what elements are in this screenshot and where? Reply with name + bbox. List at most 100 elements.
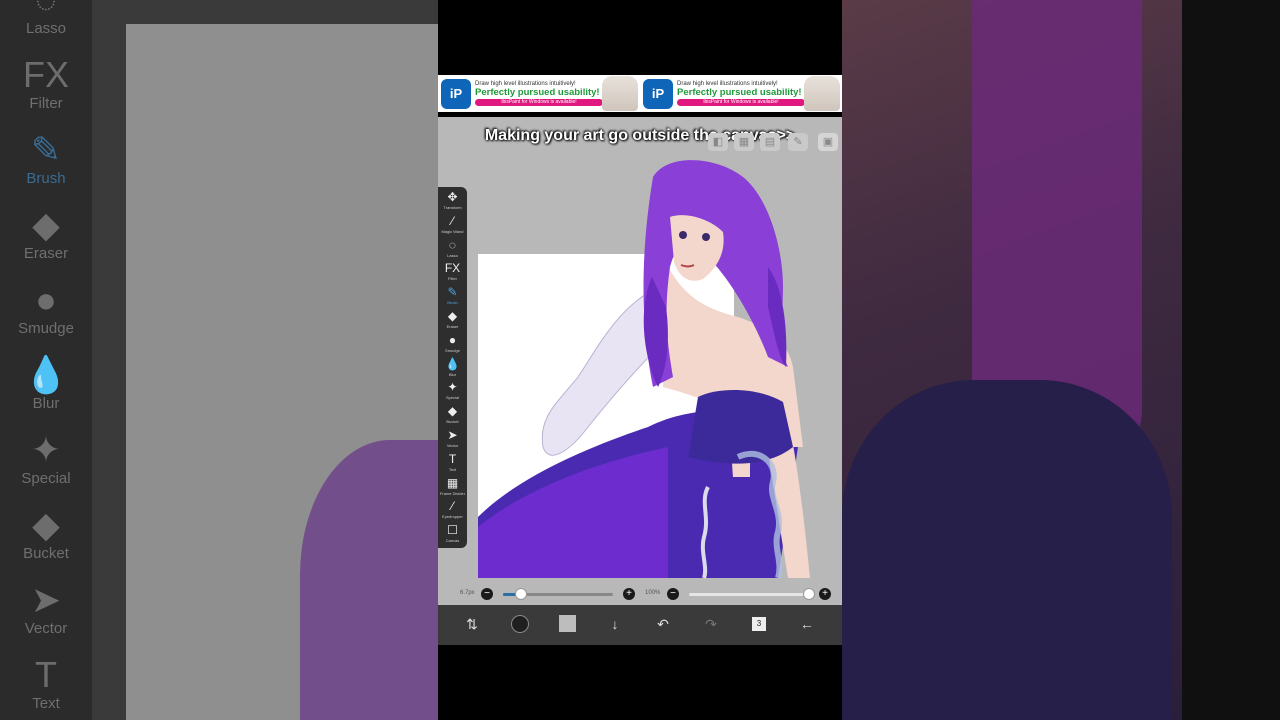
- backdrop-tool-blur: 💧 Blur: [0, 355, 92, 413]
- swap-tools-icon[interactable]: ⇅: [460, 612, 484, 636]
- tool-label: Transform: [443, 205, 462, 210]
- backdrop-tool-smudge: ● Smudge: [0, 280, 92, 338]
- backdrop-tool-vector: ➤ Vector: [0, 580, 92, 638]
- tool-frame-divider[interactable]: ▦ Frame Divider: [438, 476, 467, 500]
- opacity-knob[interactable]: [803, 588, 815, 600]
- tool-label: Vector: [446, 442, 459, 448]
- tool-filter[interactable]: FX Filter: [438, 261, 467, 285]
- artwork: [478, 160, 810, 579]
- back-arrow-icon[interactable]: ←: [795, 612, 819, 636]
- bucket-icon: ◆: [447, 404, 458, 419]
- bottom-toolbar: ⇅ ↓ ↶ ↷ 3 ←: [438, 605, 842, 645]
- tool-magic-wand[interactable]: ⁄ Magic Wand: [438, 214, 467, 238]
- layers-button[interactable]: 3: [747, 612, 771, 636]
- ad-character-image: [804, 76, 840, 111]
- ad-line-3: ibisPaint for Windows is available!: [475, 99, 603, 106]
- brush-preview-icon: [511, 615, 529, 633]
- opacity-label: 100%: [645, 590, 661, 596]
- tool-transform[interactable]: ✥ Transform: [438, 190, 467, 214]
- blur-icon: 💧: [445, 356, 460, 371]
- bucket-icon: ◆: [32, 504, 60, 545]
- special-icon: ✦: [30, 429, 62, 470]
- tool-smudge[interactable]: ● Smudge: [438, 333, 467, 357]
- arrow-down-icon[interactable]: ↓: [603, 612, 627, 636]
- edit-icon[interactable]: ✎: [788, 133, 808, 151]
- backdrop-tool-label: Smudge: [18, 320, 74, 337]
- tool-special[interactable]: ✦ Special: [438, 380, 467, 404]
- lasso-icon: ◌: [448, 237, 457, 252]
- tool-canvas[interactable]: ☐ Canvas: [438, 523, 467, 547]
- tool-panel: ✥ Transform ⁄ Magic Wand ◌ Lasso FX Filter ✎ Brus…: [438, 187, 467, 548]
- backdrop-left: ◌LassoFXFilter✎Brush◆Eraser●Smudge💧Blur✦…: [0, 0, 438, 720]
- tool-brush[interactable]: ✎ Brush: [438, 285, 467, 309]
- tool-label: Eyedropper: [442, 514, 463, 520]
- backdrop-tool-text: T Text: [0, 655, 92, 713]
- eyedropper-icon: ⁄: [451, 499, 454, 514]
- backdrop-tool-label: Brush: [26, 170, 66, 187]
- tool-label: Eraser: [446, 323, 459, 329]
- tool-label: Text: [448, 466, 457, 472]
- eraser-icon: ◆: [32, 204, 60, 245]
- ibispaint-logo-icon: iP: [441, 78, 471, 109]
- brush-icon: ✎: [30, 129, 62, 170]
- ad-unit[interactable]: iP Draw high level illustrations intuiti…: [438, 75, 640, 112]
- blur-icon: 💧: [23, 354, 69, 395]
- opacity-track[interactable]: [689, 593, 809, 596]
- transform-icon: ✥: [447, 190, 458, 204]
- current-color-swatch: [558, 615, 576, 632]
- ad-unit[interactable]: iP Draw high level illustrations intuiti…: [640, 75, 842, 112]
- tool-label: Blur: [448, 371, 457, 377]
- lasso-icon: ◌: [0, 0, 92, 20]
- tool-label: Canvas: [445, 538, 460, 544]
- brush-size-label: 6.7px: [460, 590, 475, 596]
- backdrop-tool-label: Special: [21, 470, 71, 487]
- tool-text[interactable]: T Text: [438, 452, 467, 476]
- tool-vector[interactable]: ➤ Vector: [438, 428, 467, 452]
- tool-label: Smudge: [445, 347, 460, 353]
- smudge-icon: ●: [35, 279, 57, 320]
- tool-eraser[interactable]: ◆ Eraser: [438, 309, 467, 333]
- ibispaint-logo-icon: iP: [643, 78, 673, 109]
- backdrop-right: [842, 0, 1280, 720]
- backdrop-tool-label: Vector: [24, 620, 68, 637]
- redo-icon[interactable]: ↷: [699, 612, 723, 636]
- color-button[interactable]: [555, 612, 579, 636]
- grid-icon[interactable]: ▦: [734, 133, 754, 151]
- brush-size-minus-button[interactable]: −: [481, 588, 493, 600]
- canvas-icon: ☐: [447, 523, 458, 538]
- backdrop-tool-label: Text: [32, 695, 60, 712]
- smudge-icon: ●: [448, 332, 457, 347]
- reference-image-icon[interactable]: ▣: [818, 133, 838, 151]
- slider-row: 6.7px − + 100% − +: [438, 585, 842, 605]
- tool-label: Special: [445, 395, 460, 401]
- vector-icon: ➤: [447, 427, 458, 442]
- tool-eyedropper[interactable]: ⁄ Eyedropper: [438, 499, 467, 523]
- ad-line-2: Perfectly pursued usability!: [475, 87, 600, 98]
- backdrop-tool-label: Lasso: [25, 20, 67, 37]
- opacity-plus-button[interactable]: +: [819, 588, 831, 600]
- fx-icon: FX: [444, 261, 461, 276]
- drawing-workspace[interactable]: Making your art go outside the canvas>> …: [438, 117, 842, 605]
- text-icon: T: [35, 654, 57, 695]
- backdrop-tool-label: Bucket: [23, 545, 69, 562]
- brush-size-plus-button[interactable]: +: [623, 588, 635, 600]
- brush-preset-button[interactable]: [508, 612, 532, 636]
- layer-icon[interactable]: ◧: [708, 133, 728, 151]
- ad-banner[interactable]: iP Draw high level illustrations intuiti…: [438, 75, 842, 112]
- save-icon[interactable]: ▤: [760, 133, 780, 151]
- opacity-minus-button[interactable]: −: [667, 588, 679, 600]
- undo-icon[interactable]: ↶: [651, 612, 675, 636]
- fx-icon: FX: [22, 54, 69, 95]
- video-caption: Making your art go outside the canvas>>: [484, 127, 796, 144]
- magic-wand-icon: ⁄: [451, 213, 454, 228]
- tool-bucket[interactable]: ◆ Bucket: [438, 404, 467, 428]
- backdrop-tool-label: Blur: [32, 395, 60, 412]
- tool-label: Magic Wand: [441, 228, 464, 234]
- tool-label: Frame Divider: [439, 490, 466, 496]
- tool-blur[interactable]: 💧 Blur: [438, 357, 467, 381]
- tool-label: Brush: [447, 300, 458, 306]
- ad-character-image: [602, 76, 638, 111]
- tool-lasso[interactable]: ◌ Lasso: [438, 238, 467, 262]
- backdrop-tool-eraser: ◆ Eraser: [0, 205, 92, 263]
- brush-size-knob[interactable]: [514, 588, 527, 600]
